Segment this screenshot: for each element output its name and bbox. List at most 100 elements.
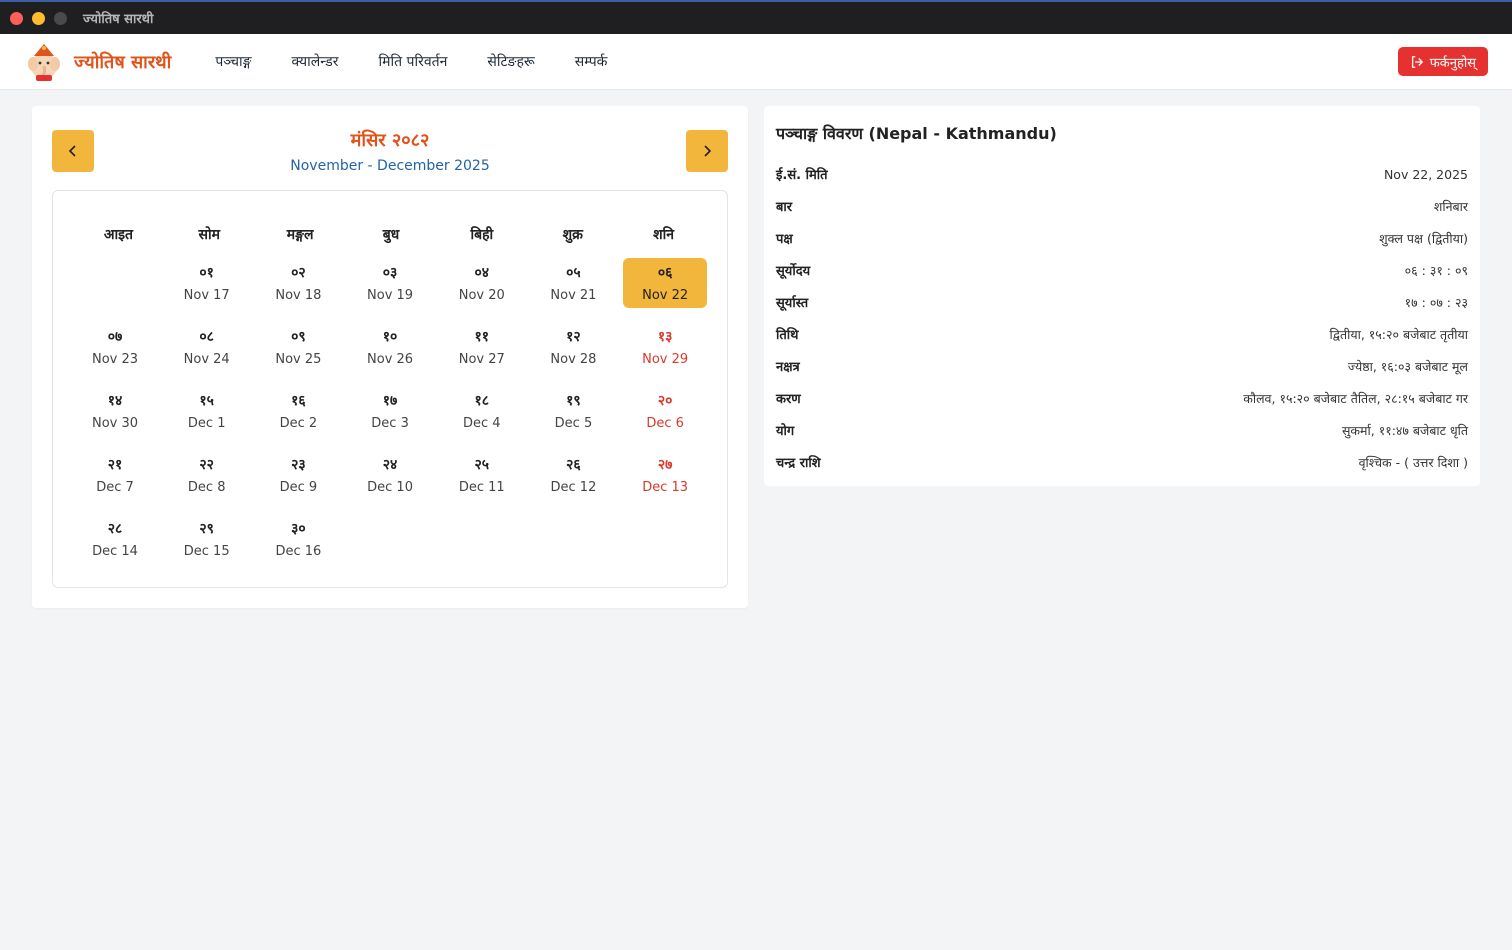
day-nepali-number: १७	[382, 393, 398, 409]
weekday-label: आइत	[103, 227, 133, 243]
nav-contact[interactable]: सम्पर्क	[575, 52, 608, 71]
day-cell[interactable]: ०८ Nov 24	[165, 322, 249, 372]
day-grid: ०१ Nov 17 ०२ Nov 18 ०३ Nov 19 ०४ Nov 20 ०५ Nov 21…	[73, 258, 715, 564]
day-english-date: Dec 9	[279, 480, 318, 495]
weekday-label: सोम	[198, 227, 220, 243]
day-cell[interactable]: २८ Dec 14	[73, 514, 157, 564]
day-cell[interactable]: २९ Dec 15	[165, 514, 249, 564]
calendar-grid: आइत सोम मङ्गल बुध बिही शुक्र शनि ०१ Nov 17 ०२ Nov…	[52, 190, 728, 588]
detail-value: द्वितीया, १५:२० बजेबाट तृतीया	[1329, 326, 1468, 342]
day-cell[interactable]: २० Dec 6	[623, 386, 707, 436]
detail-label: नक्षत्र	[776, 360, 800, 375]
detail-value: १७ : ०७ : २३	[1404, 294, 1468, 310]
calendar-card: मंसिर २०८२ November - December 2025 आइत स…	[32, 106, 748, 608]
day-english-date: Dec 14	[92, 544, 138, 559]
day-cell[interactable]: २७ Dec 13	[623, 450, 707, 500]
day-english-date: Nov 21	[550, 288, 597, 303]
day-english-date: Nov 17	[183, 288, 230, 303]
day-nepali-number: १२	[566, 329, 581, 345]
day-english-date: Nov 23	[91, 352, 139, 367]
day-cell[interactable]: २२ Dec 8	[165, 450, 249, 500]
day-cell[interactable]: १९ Dec 5	[531, 386, 615, 436]
weekday-header: आइत सोम मङ्गल बुध बिही शुक्र शनि	[73, 225, 709, 244]
window-controls	[10, 11, 67, 25]
day-english-date: Dec 16	[275, 544, 322, 559]
day-cell[interactable]: १४ Nov 30	[73, 386, 157, 436]
nav-calendar[interactable]: क्यालेन्डर	[292, 52, 339, 71]
detail-value: वृश्चिक - ( उत्तर दिशा )	[1358, 454, 1468, 470]
detail-value: ज्येष्ठा, १६:०३ बजेबाट मूल	[1347, 358, 1468, 374]
day-nepali-number: ३०	[291, 521, 306, 537]
day-english-date: Nov 22	[642, 288, 689, 303]
day-nepali-number: २१	[107, 457, 123, 473]
day-english-date: Nov 30	[91, 416, 139, 431]
day-nepali-number: ०८	[199, 329, 214, 345]
day-nepali-number: २६	[566, 457, 581, 473]
day-cell[interactable]: १६ Dec 2	[256, 386, 340, 436]
day-cell[interactable]: ३० Dec 16	[256, 514, 340, 564]
weekday-label: शनि	[653, 227, 675, 243]
detail-label: सूर्योदय	[776, 264, 811, 279]
day-cell[interactable]: १८ Dec 4	[440, 386, 524, 436]
day-english-date: Dec 4	[462, 416, 501, 431]
day-cell[interactable]: १३ Nov 29	[623, 322, 707, 372]
day-english-date: Nov 20	[458, 288, 505, 303]
day-cell[interactable]: ०७ Nov 23	[73, 322, 157, 372]
month-english: November - December 2025	[290, 158, 490, 174]
day-cell[interactable]: २३ Dec 9	[256, 450, 340, 500]
weekday-label: मङ्गल	[286, 227, 314, 243]
day-english-date: Dec 15	[183, 544, 230, 559]
day-cell[interactable]: ०९ Nov 25	[256, 322, 340, 372]
day-cell[interactable]: ०५ Nov 21	[531, 258, 615, 308]
day-nepali-number: १६	[291, 393, 306, 409]
day-cell[interactable]: २४ Dec 10	[348, 450, 432, 500]
detail-label: तिथि	[776, 328, 799, 343]
nav-panchang[interactable]: पञ्चाङ्ग	[215, 52, 251, 71]
detail-label: बार	[776, 200, 793, 215]
day-cell[interactable]: १५ Dec 1	[165, 386, 249, 436]
day-cell[interactable]: ०३ Nov 19	[348, 258, 432, 308]
day-english-date: Nov 26	[367, 352, 414, 367]
brand-name: ज्योतिष सारथी	[74, 51, 172, 73]
day-nepali-number: ११	[474, 329, 490, 345]
day-cell[interactable]: १० Nov 26	[348, 322, 432, 372]
day-english-date: Nov 28	[550, 352, 597, 367]
detail-value: कौलव, १५:२० बजेबाट तैतिल, २८:१५ बजेबाट ग…	[1243, 390, 1468, 406]
brand-home-link[interactable]: ज्योतिष सारथी	[24, 42, 171, 82]
logout-button[interactable]: फर्कनुहोस्	[1397, 47, 1488, 76]
day-nepali-number: ०६	[657, 265, 673, 281]
day-english-date: Nov 29	[642, 352, 689, 367]
day-cell[interactable]: ०२ Nov 18	[256, 258, 340, 308]
nav-settings[interactable]: सेटिङहरू	[487, 52, 534, 71]
day-nepali-number: २५	[474, 457, 490, 473]
day-nepali-number: २७	[657, 457, 673, 473]
day-cell[interactable]: ११ Nov 27	[440, 322, 524, 372]
detail-row: करण कौलव, १५:२० बजेबाट तैतिल, २८:१५ बजेबा…	[776, 382, 1468, 414]
day-cell-selected[interactable]: ०६ Nov 22	[623, 258, 708, 308]
detail-value: शुक्ल पक्ष (द्वितीया)	[1379, 230, 1468, 246]
day-nepali-number: २४	[382, 457, 398, 473]
close-window-button[interactable]	[10, 11, 23, 25]
day-cell[interactable]: १७ Dec 3	[348, 386, 432, 436]
nav-date-converter[interactable]: मिति परिवर्तन	[378, 52, 447, 71]
detail-row: चन्द्र राशि वृश्चिक - ( उत्तर दिशा )	[776, 446, 1468, 478]
day-english-date: Dec 7	[96, 480, 134, 495]
window-titlebar: ज्योतिष सारथी	[0, 0, 1512, 34]
next-month-button[interactable]	[686, 130, 728, 172]
detail-value: शनिबार	[1433, 198, 1468, 214]
day-cell[interactable]: २६ Dec 12	[531, 450, 615, 500]
day-cell[interactable]: २१ Dec 7	[73, 450, 157, 500]
day-cell[interactable]: ०१ Nov 17	[165, 258, 249, 308]
day-nepali-number: ०९	[291, 329, 306, 345]
weekday-label: शुक्र	[562, 227, 583, 243]
detail-row: सूर्यास्त १७ : ०७ : २३	[776, 286, 1468, 318]
minimize-window-button[interactable]	[32, 11, 45, 25]
day-nepali-number: २०	[657, 393, 673, 409]
day-cell[interactable]: २५ Dec 11	[440, 450, 524, 500]
panchang-details-card: पञ्चाङ्ग विवरण (Nepal - Kathmandu) ई.सं.…	[764, 106, 1480, 486]
day-cell[interactable]: १२ Nov 28	[531, 322, 615, 372]
day-cell[interactable]: ०४ Nov 20	[440, 258, 524, 308]
empty-day-cell	[73, 258, 157, 308]
zoom-window-button[interactable]	[54, 11, 67, 25]
detail-label: करण	[776, 392, 801, 407]
